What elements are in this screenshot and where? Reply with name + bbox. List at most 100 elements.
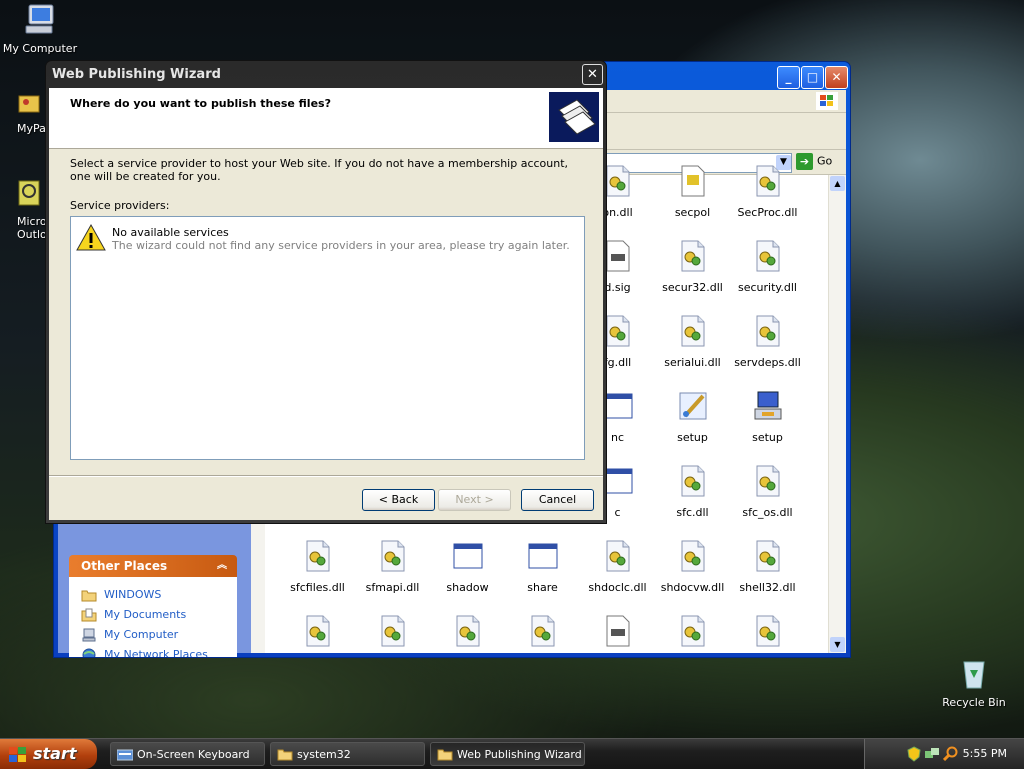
generic-file-icon — [580, 615, 655, 650]
dll-file-icon — [655, 540, 730, 575]
folder-icon — [437, 749, 453, 761]
cancel-button[interactable]: Cancel — [521, 489, 594, 511]
web-publishing-wizard-dialog: Web Publishing Wizard ✕ Where do you wan… — [45, 60, 607, 524]
publish-files-icon — [549, 92, 599, 142]
outlook-icon — [18, 180, 40, 206]
next-button[interactable]: Next > — [438, 489, 511, 511]
application-window-icon — [505, 540, 580, 575]
wizard-description: Select a service provider to host your W… — [70, 157, 569, 183]
computer-icon — [82, 628, 96, 642]
network-icon — [82, 648, 96, 657]
documents-folder-icon — [81, 608, 97, 622]
service-providers-label: Service providers: — [70, 199, 170, 212]
taskbar-item-system32[interactable]: system32 — [270, 742, 425, 766]
other-places-header[interactable]: Other Places ︽ — [69, 555, 237, 577]
start-button[interactable]: start — [0, 739, 97, 769]
keyboard-icon — [117, 749, 133, 761]
back-button[interactable]: < Back — [362, 489, 435, 511]
file-name: shadow — [446, 581, 489, 594]
security-shield-icon[interactable] — [907, 746, 921, 762]
dialog-title: Web Publishing Wizard — [52, 67, 221, 82]
wizard-header: Where do you want to publish these files… — [49, 88, 603, 149]
dll-file-icon — [580, 540, 655, 575]
scroll-down-icon[interactable]: ▼ — [830, 637, 845, 652]
file-item[interactable]: secur32.dll — [655, 240, 730, 294]
file-item[interactable]: shimgvw.dll — [730, 615, 805, 657]
file-item[interactable]: share — [505, 540, 580, 594]
file-name: shfolder.dll — [430, 656, 505, 657]
other-places-item-windows[interactable]: WINDOWS — [81, 585, 237, 605]
clock: 5:55 PM — [962, 747, 1007, 760]
service-providers-list[interactable]: No available services The wizard could n… — [70, 216, 585, 460]
dll-file-icon — [655, 465, 730, 500]
desktop-icon-label: My Computer — [2, 42, 78, 55]
file-name: setup — [677, 431, 708, 444]
close-button[interactable]: ✕ — [825, 66, 848, 89]
file-item[interactable]: shfolder.dll — [430, 615, 505, 657]
network-tray-icon[interactable] — [924, 746, 940, 762]
dll-file-icon — [280, 540, 355, 575]
dll-file-icon — [730, 615, 805, 650]
desktop-icon-my-computer[interactable]: My Computer — [0, 2, 80, 55]
file-item[interactable]: sfcfiles.dll — [280, 540, 355, 594]
dll-file-icon — [655, 615, 730, 650]
file-item[interactable]: sfmapi.dll — [355, 540, 430, 594]
taskbar-item-on-screen-keyboard[interactable]: On-Screen Keyboard — [110, 742, 265, 766]
file-item[interactable]: shdocvw.dll — [655, 540, 730, 594]
collapse-chevron-icon[interactable]: ︽ — [217, 555, 227, 577]
minimize-button[interactable]: _ — [777, 66, 800, 89]
file-item[interactable]: shadow — [430, 540, 505, 594]
file-name: SecProc.dll — [737, 206, 798, 219]
file-name: shell32.dll — [739, 581, 796, 594]
file-item[interactable]: SecProc.dll — [730, 165, 805, 219]
file-item[interactable]: shimeng.dll — [655, 615, 730, 657]
file-name: shdocvw.dll — [660, 581, 725, 594]
dll-file-icon — [430, 615, 505, 650]
dll-file-icon — [730, 540, 805, 575]
file-item[interactable]: setup — [655, 390, 730, 444]
dll-file-icon — [355, 540, 430, 575]
file-item[interactable]: shiftjis.uce — [580, 615, 655, 657]
file-list-scrollbar[interactable]: ▲ ▼ — [828, 175, 846, 653]
security-policy-icon — [655, 165, 730, 200]
file-item[interactable]: shgina.dll — [505, 615, 580, 657]
other-places-item-my-documents[interactable]: My Documents — [81, 605, 237, 625]
taskbar: start On-Screen Keyboard system32 Web Pu… — [0, 738, 1024, 769]
file-item[interactable]: shell.dll — [280, 615, 355, 657]
file-item[interactable]: servdeps.dll — [730, 315, 805, 369]
file-item[interactable]: sfc.dll — [655, 465, 730, 519]
file-item[interactable]: serialui.dll — [655, 315, 730, 369]
other-places-item-my-computer[interactable]: My Computer — [81, 625, 237, 645]
dll-file-icon — [730, 465, 805, 500]
scroll-up-icon[interactable]: ▲ — [830, 176, 845, 191]
wizard-heading: Where do you want to publish these files… — [70, 97, 331, 110]
file-name: setup — [752, 431, 783, 444]
desktop-icon-recycle-bin[interactable]: Recycle Bin — [934, 656, 1014, 709]
warning-icon — [76, 223, 106, 251]
file-item[interactable]: sfc_os.dll — [730, 465, 805, 519]
file-item[interactable]: setup — [730, 390, 805, 444]
system-tray: 5:55 PM — [864, 739, 1024, 769]
file-item[interactable]: shellstyle.dll — [355, 615, 430, 657]
dll-file-icon — [655, 240, 730, 275]
file-name: security.dll — [738, 281, 797, 294]
file-name: secur32.dll — [662, 281, 723, 294]
file-name: shimgvw.dll — [730, 656, 805, 657]
other-places-panel: Other Places ︽ WINDOWS My Documents My Co… — [69, 555, 237, 657]
dll-file-icon — [655, 315, 730, 350]
taskbar-item-web-publishing-wizard[interactable]: Web Publishing Wizard — [430, 742, 585, 766]
maximize-button[interactable]: □ — [801, 66, 824, 89]
search-tray-icon[interactable] — [943, 746, 959, 762]
setup-computer-icon — [730, 390, 805, 425]
file-item[interactable]: shdoclc.dll — [580, 540, 655, 594]
application-window-icon — [430, 540, 505, 575]
file-name: sfcfiles.dll — [290, 581, 345, 594]
windows-logo-icon — [816, 92, 838, 110]
dialog-close-button[interactable]: ✕ — [582, 64, 603, 85]
file-item[interactable]: secpol — [655, 165, 730, 219]
file-item[interactable]: security.dll — [730, 240, 805, 294]
pictures-icon — [18, 95, 40, 113]
file-item[interactable]: shell32.dll — [730, 540, 805, 594]
other-places-item-my-network-places[interactable]: My Network Places — [81, 645, 237, 657]
file-name: sfc_os.dll — [742, 506, 793, 519]
